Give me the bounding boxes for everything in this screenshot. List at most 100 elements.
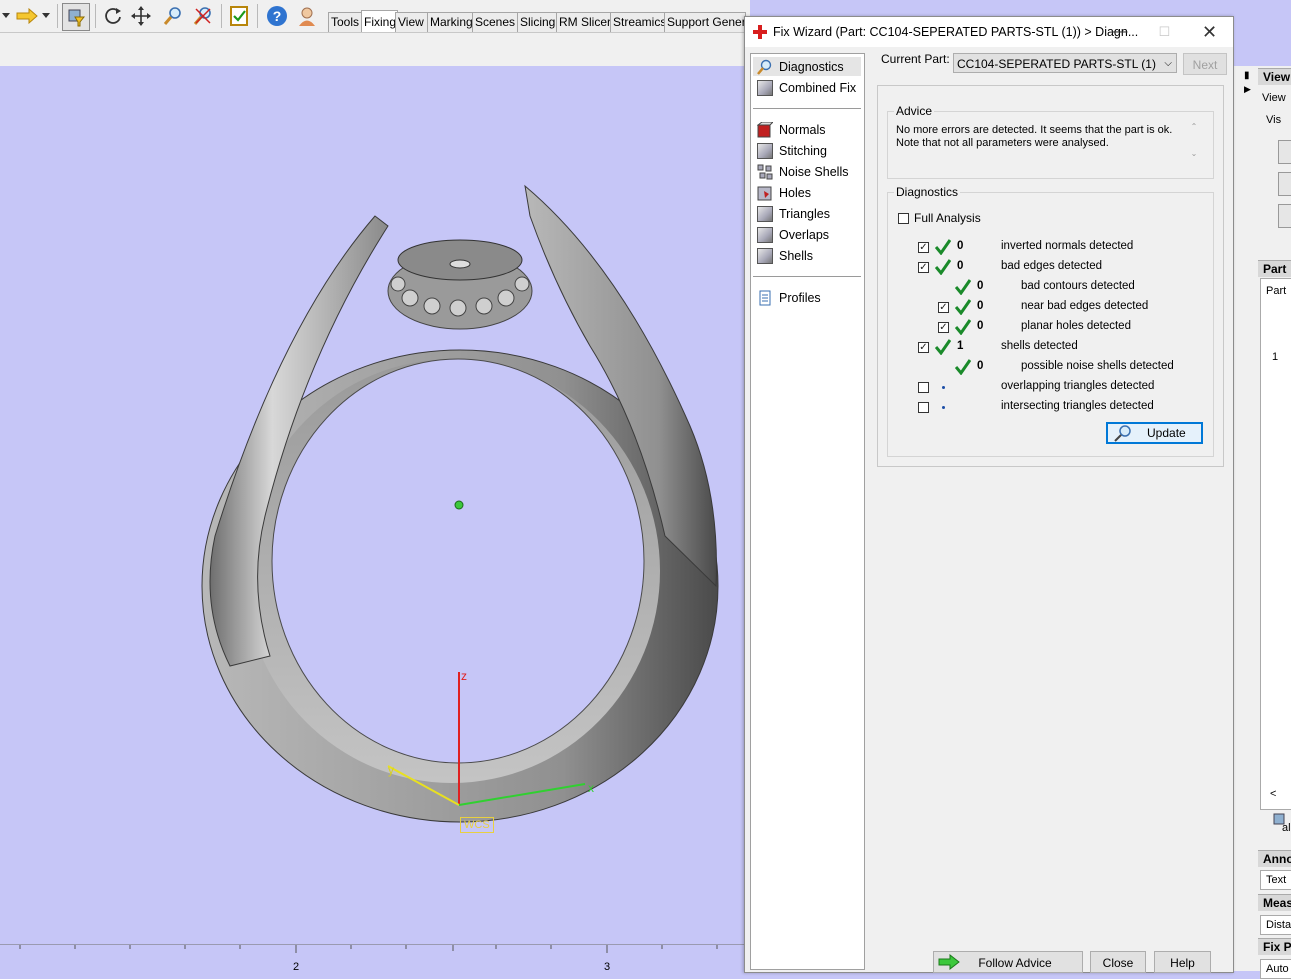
tab-view[interactable]: View xyxy=(395,12,430,32)
tab-tools[interactable]: Tools xyxy=(328,12,364,32)
dropdown-arrow-icon[interactable] xyxy=(0,3,12,29)
nav-item-stitching[interactable]: Stitching xyxy=(753,141,861,160)
nav-item-label: Profiles xyxy=(779,290,821,305)
close-button[interactable]: Close xyxy=(1090,951,1146,973)
maximize-icon[interactable]: ☐ xyxy=(1142,17,1187,47)
full-analysis-checkbox[interactable] xyxy=(898,213,909,224)
overlapping-triangles-checkbox[interactable] xyxy=(918,382,929,393)
planar-holes-label: planar holes detected xyxy=(1021,320,1131,332)
wizard-title-bar[interactable]: Fix Wizard (Part: CC104-SEPERATED PARTS-… xyxy=(745,17,1233,47)
shells-checkbox[interactable]: ✓ xyxy=(918,342,929,353)
nav-item-label: Noise Shells xyxy=(779,164,849,179)
fix-wizard-window: Fix Wizard (Part: CC104-SEPERATED PARTS-… xyxy=(744,16,1234,973)
pin-icon[interactable]: ▮ xyxy=(1244,70,1250,81)
tab-support-generation[interactable]: Support Generat xyxy=(664,12,746,32)
dropdown-arrow-icon[interactable] xyxy=(40,3,52,29)
advice-text: No more errors are detected. It seems th… xyxy=(896,124,1173,149)
view-button[interactable] xyxy=(1278,172,1291,196)
checkmark-icon xyxy=(935,339,951,355)
checkmark-icon xyxy=(935,239,951,255)
distance-tab[interactable]: Dista xyxy=(1260,915,1291,935)
part-filter-icon[interactable] xyxy=(62,3,90,31)
magnifier-icon xyxy=(757,59,773,75)
right-docked-panel: ▮ ▶ View View Vis Part Part 1 < al Anno … xyxy=(1233,66,1291,979)
tab-fixing[interactable]: Fixing xyxy=(361,10,398,32)
nav-item-label: Combined Fix xyxy=(779,80,857,95)
profiles-icon xyxy=(757,290,773,306)
nav-item-label: Shells xyxy=(779,248,814,263)
next-button[interactable]: Next xyxy=(1183,53,1227,75)
nav-item-diagnostics[interactable]: Diagnostics xyxy=(753,57,861,76)
pending-dot-icon xyxy=(942,406,945,409)
advice-scrollbar[interactable]: ⌃ ⌄ xyxy=(1187,122,1201,172)
nav-item-label: Overlaps xyxy=(779,227,830,242)
close-icon[interactable]: ✕ xyxy=(1187,17,1232,47)
current-part-select[interactable]: CC104-SEPERATED PARTS-STL (1) ⌵ xyxy=(953,53,1177,73)
nav-item-combined-fix[interactable]: Combined Fix xyxy=(753,78,861,97)
tab-rm-slicer[interactable]: RM Slicer xyxy=(556,12,613,32)
normals-icon xyxy=(756,121,775,138)
scroll-down-icon[interactable]: ⌄ xyxy=(1187,149,1201,158)
scroll-left-icon[interactable]: < xyxy=(1270,788,1276,800)
zoom-fit-icon[interactable] xyxy=(190,3,216,29)
intersecting-triangles-checkbox[interactable] xyxy=(918,402,929,413)
bad-contours-count: 0 xyxy=(977,280,984,292)
tab-scenes[interactable]: Scenes xyxy=(472,12,520,32)
nav-item-label: Triangles xyxy=(779,206,830,221)
checkmark-icon xyxy=(955,299,971,315)
annotation-panel-header[interactable]: Anno xyxy=(1258,850,1291,867)
zoom-icon[interactable] xyxy=(160,3,186,29)
text-tab[interactable]: Text xyxy=(1260,870,1291,890)
magnifier-icon xyxy=(1114,425,1132,448)
bad-contours-label: bad contours detected xyxy=(1021,280,1135,292)
update-label: Update xyxy=(1147,426,1186,440)
holes-icon xyxy=(757,185,773,201)
panel-arrow-icon[interactable]: ▶ xyxy=(1244,84,1251,95)
green-arrow-icon xyxy=(938,953,960,977)
pan-icon[interactable] xyxy=(128,3,154,29)
visibility-label: Vis xyxy=(1266,114,1282,126)
part-tab[interactable]: Part xyxy=(1266,285,1286,297)
bad-edges-checkbox[interactable]: ✓ xyxy=(918,262,929,273)
nav-item-shells[interactable]: Shells xyxy=(753,246,861,265)
planar-holes-checkbox[interactable]: ✓ xyxy=(938,322,949,333)
assistant-icon[interactable] xyxy=(294,3,320,29)
nav-item-label: Diagnostics xyxy=(779,59,844,74)
x-axis-label: x xyxy=(588,781,594,795)
tab-slicing[interactable]: Slicing xyxy=(517,12,559,32)
overlaps-icon xyxy=(757,226,773,243)
rotate-icon[interactable] xyxy=(100,3,126,29)
redo-arrow-icon[interactable] xyxy=(14,3,40,29)
tab-streamics[interactable]: Streamics xyxy=(610,12,667,32)
3d-viewport[interactable]: z y x WCS xyxy=(0,66,744,946)
nav-item-noise-shells[interactable]: Noise Shells xyxy=(753,162,861,181)
toolbar-ribbon xyxy=(0,33,750,67)
help-icon[interactable]: ? xyxy=(264,3,290,29)
view-button[interactable] xyxy=(1278,140,1291,164)
nav-item-normals[interactable]: Normals xyxy=(753,120,861,139)
help-button[interactable]: Help xyxy=(1154,951,1211,973)
nav-item-holes[interactable]: Holes xyxy=(753,183,861,202)
shells-count: 1 xyxy=(957,340,964,352)
view-panel-header[interactable]: View xyxy=(1258,68,1291,85)
view-button[interactable] xyxy=(1278,204,1291,228)
nav-item-triangles[interactable]: Triangles xyxy=(753,204,861,223)
auto-tab[interactable]: Auto xyxy=(1260,959,1291,979)
view-subtab[interactable]: View xyxy=(1262,92,1286,104)
measure-panel-header[interactable]: Meas xyxy=(1258,894,1291,911)
nav-item-overlaps[interactable]: Overlaps xyxy=(753,225,861,244)
minimize-icon[interactable]: — xyxy=(1097,17,1142,47)
wizard-content-panel: Advice No more errors are detected. It s… xyxy=(877,85,1224,467)
scroll-up-icon[interactable]: ⌃ xyxy=(1187,122,1201,131)
checklist-icon[interactable] xyxy=(226,3,252,29)
update-button[interactable]: Update xyxy=(1106,422,1203,444)
nav-item-profiles[interactable]: Profiles xyxy=(753,288,861,307)
wizard-title: Fix Wizard (Part: CC104-SEPERATED PARTS-… xyxy=(773,25,1139,39)
inverted-normals-count: 0 xyxy=(957,240,964,252)
tab-marking[interactable]: Marking xyxy=(427,12,475,32)
fix-panel-header[interactable]: Fix Pa xyxy=(1258,938,1291,955)
follow-advice-button[interactable]: Follow Advice xyxy=(933,951,1083,973)
inverted-normals-checkbox[interactable]: ✓ xyxy=(918,242,929,253)
part-panel-header[interactable]: Part xyxy=(1258,260,1291,277)
near-bad-edges-checkbox[interactable]: ✓ xyxy=(938,302,949,313)
